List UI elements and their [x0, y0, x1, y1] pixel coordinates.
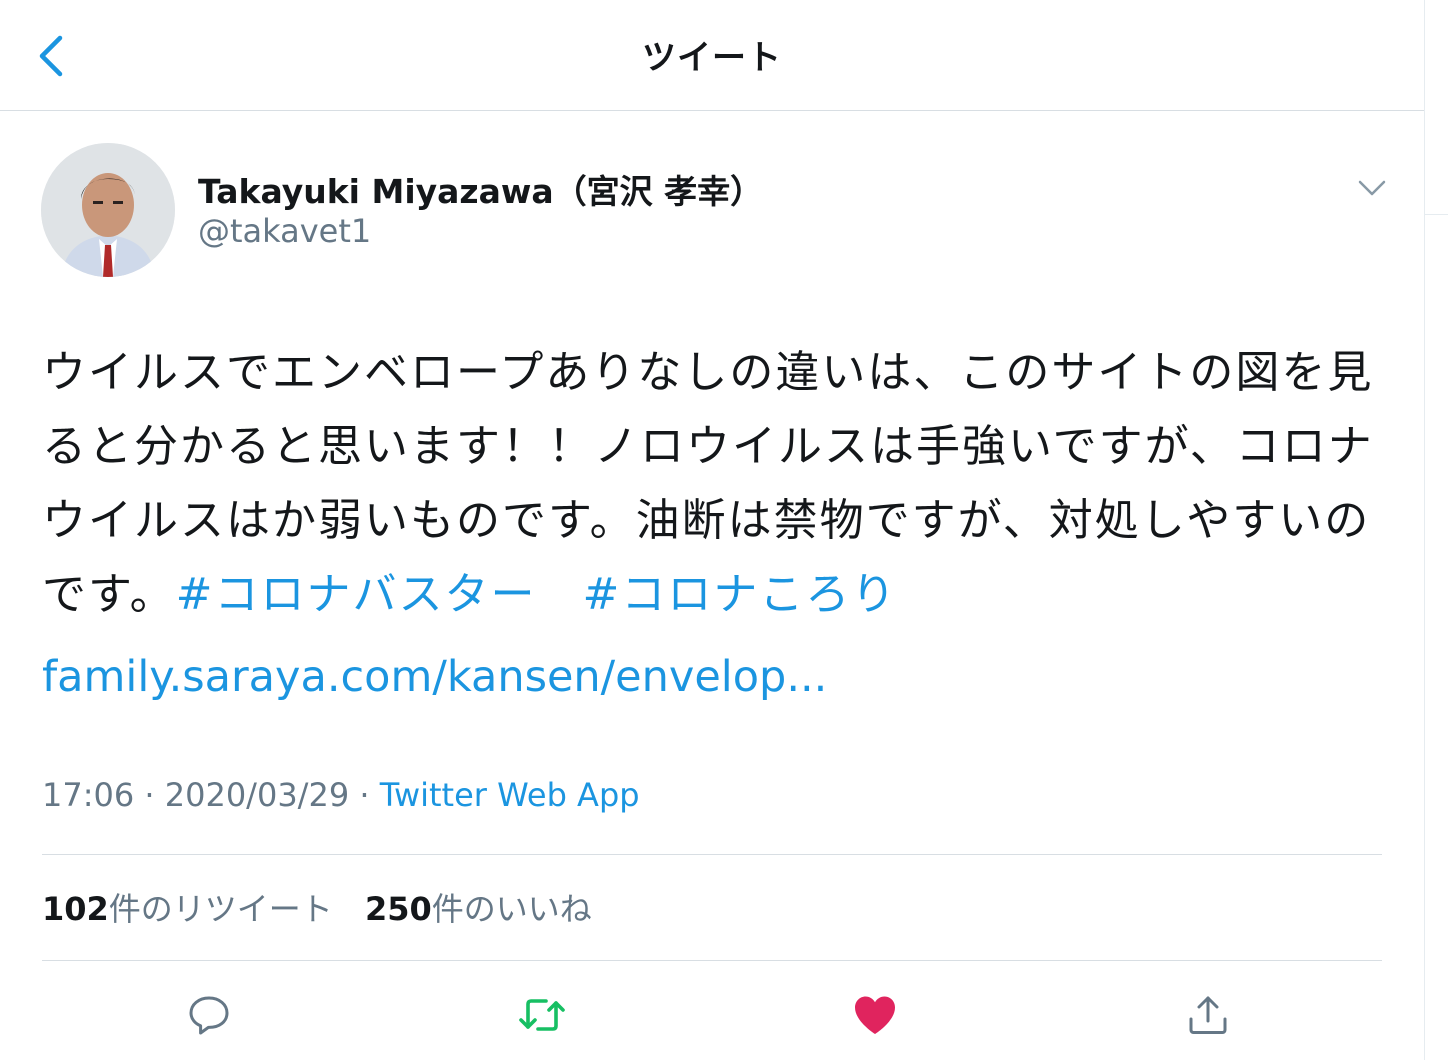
like-button[interactable]: [845, 985, 905, 1045]
heart-icon: [855, 996, 895, 1034]
tweet-actions: [0, 985, 1424, 1045]
tweet-stats: 102件のリツイート 250件のいいね: [42, 884, 592, 930]
retweet-button[interactable]: [512, 985, 572, 1045]
retweet-count-label: 件のリツイート: [108, 890, 333, 928]
avatar-photo: [41, 143, 175, 277]
column-divider-tick: [1424, 214, 1448, 215]
tweet-detail-page: ツイート Takayuki Miyazawa（宮沢 孝幸） @takavet1 …: [0, 0, 1448, 1060]
tweet-date: 2020/03/29: [164, 776, 350, 814]
column-divider: [1424, 0, 1425, 1060]
chevron-down-icon: [1358, 180, 1386, 196]
reply-button[interactable]: [179, 985, 239, 1045]
divider: [42, 854, 1382, 855]
reply-icon: [189, 996, 229, 1035]
share-button[interactable]: [1178, 985, 1238, 1045]
author-display-name[interactable]: Takayuki Miyazawa（宮沢 孝幸）: [198, 165, 763, 213]
retweet-icon: [519, 999, 565, 1031]
like-count-label: 件のいいね: [431, 890, 592, 928]
meta-separator: ·: [134, 776, 165, 814]
like-count-link[interactable]: 250件のいいね: [365, 884, 592, 930]
meta-separator: ·: [349, 776, 380, 814]
divider: [42, 960, 1382, 961]
author-handle[interactable]: @takavet1: [198, 212, 371, 250]
avatar[interactable]: [41, 143, 175, 277]
hashtag-corona-buster[interactable]: #コロナバスター: [176, 569, 537, 620]
like-count: 250: [364, 890, 432, 928]
tweet-text: ウイルスでエンベロープありなしの違いは、このサイトの図を見ると分かると思います！…: [42, 336, 1382, 632]
hashtag-corona-korori[interactable]: #コロナころり: [582, 569, 897, 620]
tweet-meta: 17:06 · 2020/03/29 · Twitter Web App: [42, 776, 640, 814]
tweet-source-link[interactable]: Twitter Web App: [380, 776, 640, 814]
tweet-time: 17:06: [42, 776, 135, 814]
retweet-count-link[interactable]: 102件のリツイート: [42, 884, 333, 930]
page-header: ツイート: [0, 0, 1424, 111]
page-title: ツイート: [642, 38, 782, 78]
retweet-count: 102: [42, 890, 109, 928]
share-icon: [1189, 996, 1227, 1034]
tweet-url-link[interactable]: family.saraya.com/kansen/envelop...: [42, 652, 827, 702]
tweet-menu-button[interactable]: [1354, 170, 1390, 206]
